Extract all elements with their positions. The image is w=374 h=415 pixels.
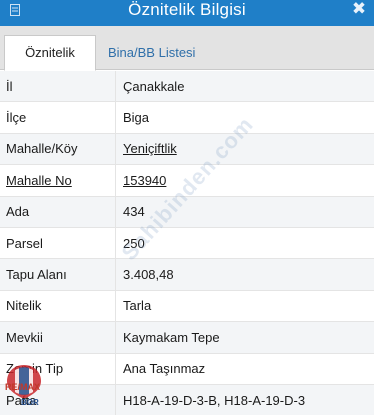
tab-oznitelik-bilgisi[interactable]: Öznitelik Bilgisi	[4, 35, 96, 94]
attribute-key: Mahalle No	[0, 165, 116, 196]
table-row: Mahalle/Köy Yeniçiftlik	[0, 133, 374, 166]
attribute-value: Biga	[123, 110, 150, 126]
attribute-value-text: Yeniçiftlik	[123, 141, 177, 157]
attribute-key: Nitelik	[0, 290, 116, 322]
attribute-key: Parsel	[0, 227, 116, 259]
attribute-value: Ana Taşınmaz	[123, 361, 206, 377]
table-row: Nitelik Tarla	[0, 290, 374, 323]
attribute-key-text: Mahalle No	[6, 172, 72, 188]
window-titlebar: Öznitelik Bilgisi ✖	[0, 0, 374, 26]
close-icon[interactable]: ✖	[351, 0, 367, 18]
attribute-table: İl Çanakkale İlçe Biga Mahalle/Köy Yeniç…	[0, 71, 374, 415]
attribute-value: 250	[123, 235, 145, 251]
table-row: Mahalle No 153940	[0, 165, 374, 197]
tab-bar: Öznitelik Bilgisi Bina/BB Listesi	[0, 26, 374, 94]
attribute-value-text: 153940	[123, 172, 167, 188]
attribute-value: Tarla	[123, 298, 152, 314]
table-row: Ada 434	[0, 196, 374, 228]
remax-brand-text: RE/MAX	[5, 382, 41, 392]
remax-sub-text: BOR	[21, 398, 39, 407]
tab-bina-bb-listesi[interactable]: Bina/BB Listesi	[100, 36, 203, 70]
attribute-value: 3.408,48	[123, 267, 174, 283]
attribute-value: 434	[123, 204, 145, 220]
attribute-value: Yeniçiftlik	[116, 134, 374, 164]
attribute-key: Ada	[0, 196, 116, 227]
table-row: Pafta H18-A-19-D-3-B, H18-A-19-D-3	[0, 384, 374, 415]
attribute-key: İlçe	[0, 102, 116, 133]
attribute-value: Çanakkale	[123, 78, 185, 94]
attribute-key: Tapu Alanı	[0, 259, 116, 290]
table-row: Parsel 250	[0, 227, 374, 260]
attribute-key: Mahalle/Köy	[0, 133, 116, 165]
attribute-value: 153940	[116, 165, 374, 195]
attribute-key: Mevkii	[0, 322, 116, 353]
attribute-value: H18-A-19-D-3-B, H18-A-19-D-3	[123, 392, 306, 408]
attribute-key: İl	[0, 71, 116, 102]
attribute-value: Kaymakam Tepe	[123, 329, 220, 345]
table-row: İlçe Biga	[0, 102, 374, 134]
table-row: Zemin Tip Ana Taşınmaz	[0, 353, 374, 385]
table-row: Tapu Alanı 3.408,48	[0, 259, 374, 291]
table-row: İl Çanakkale	[0, 71, 374, 103]
window-title: Öznitelik Bilgisi	[128, 0, 246, 19]
table-row: Mevkii Kaymakam Tepe	[0, 322, 374, 354]
